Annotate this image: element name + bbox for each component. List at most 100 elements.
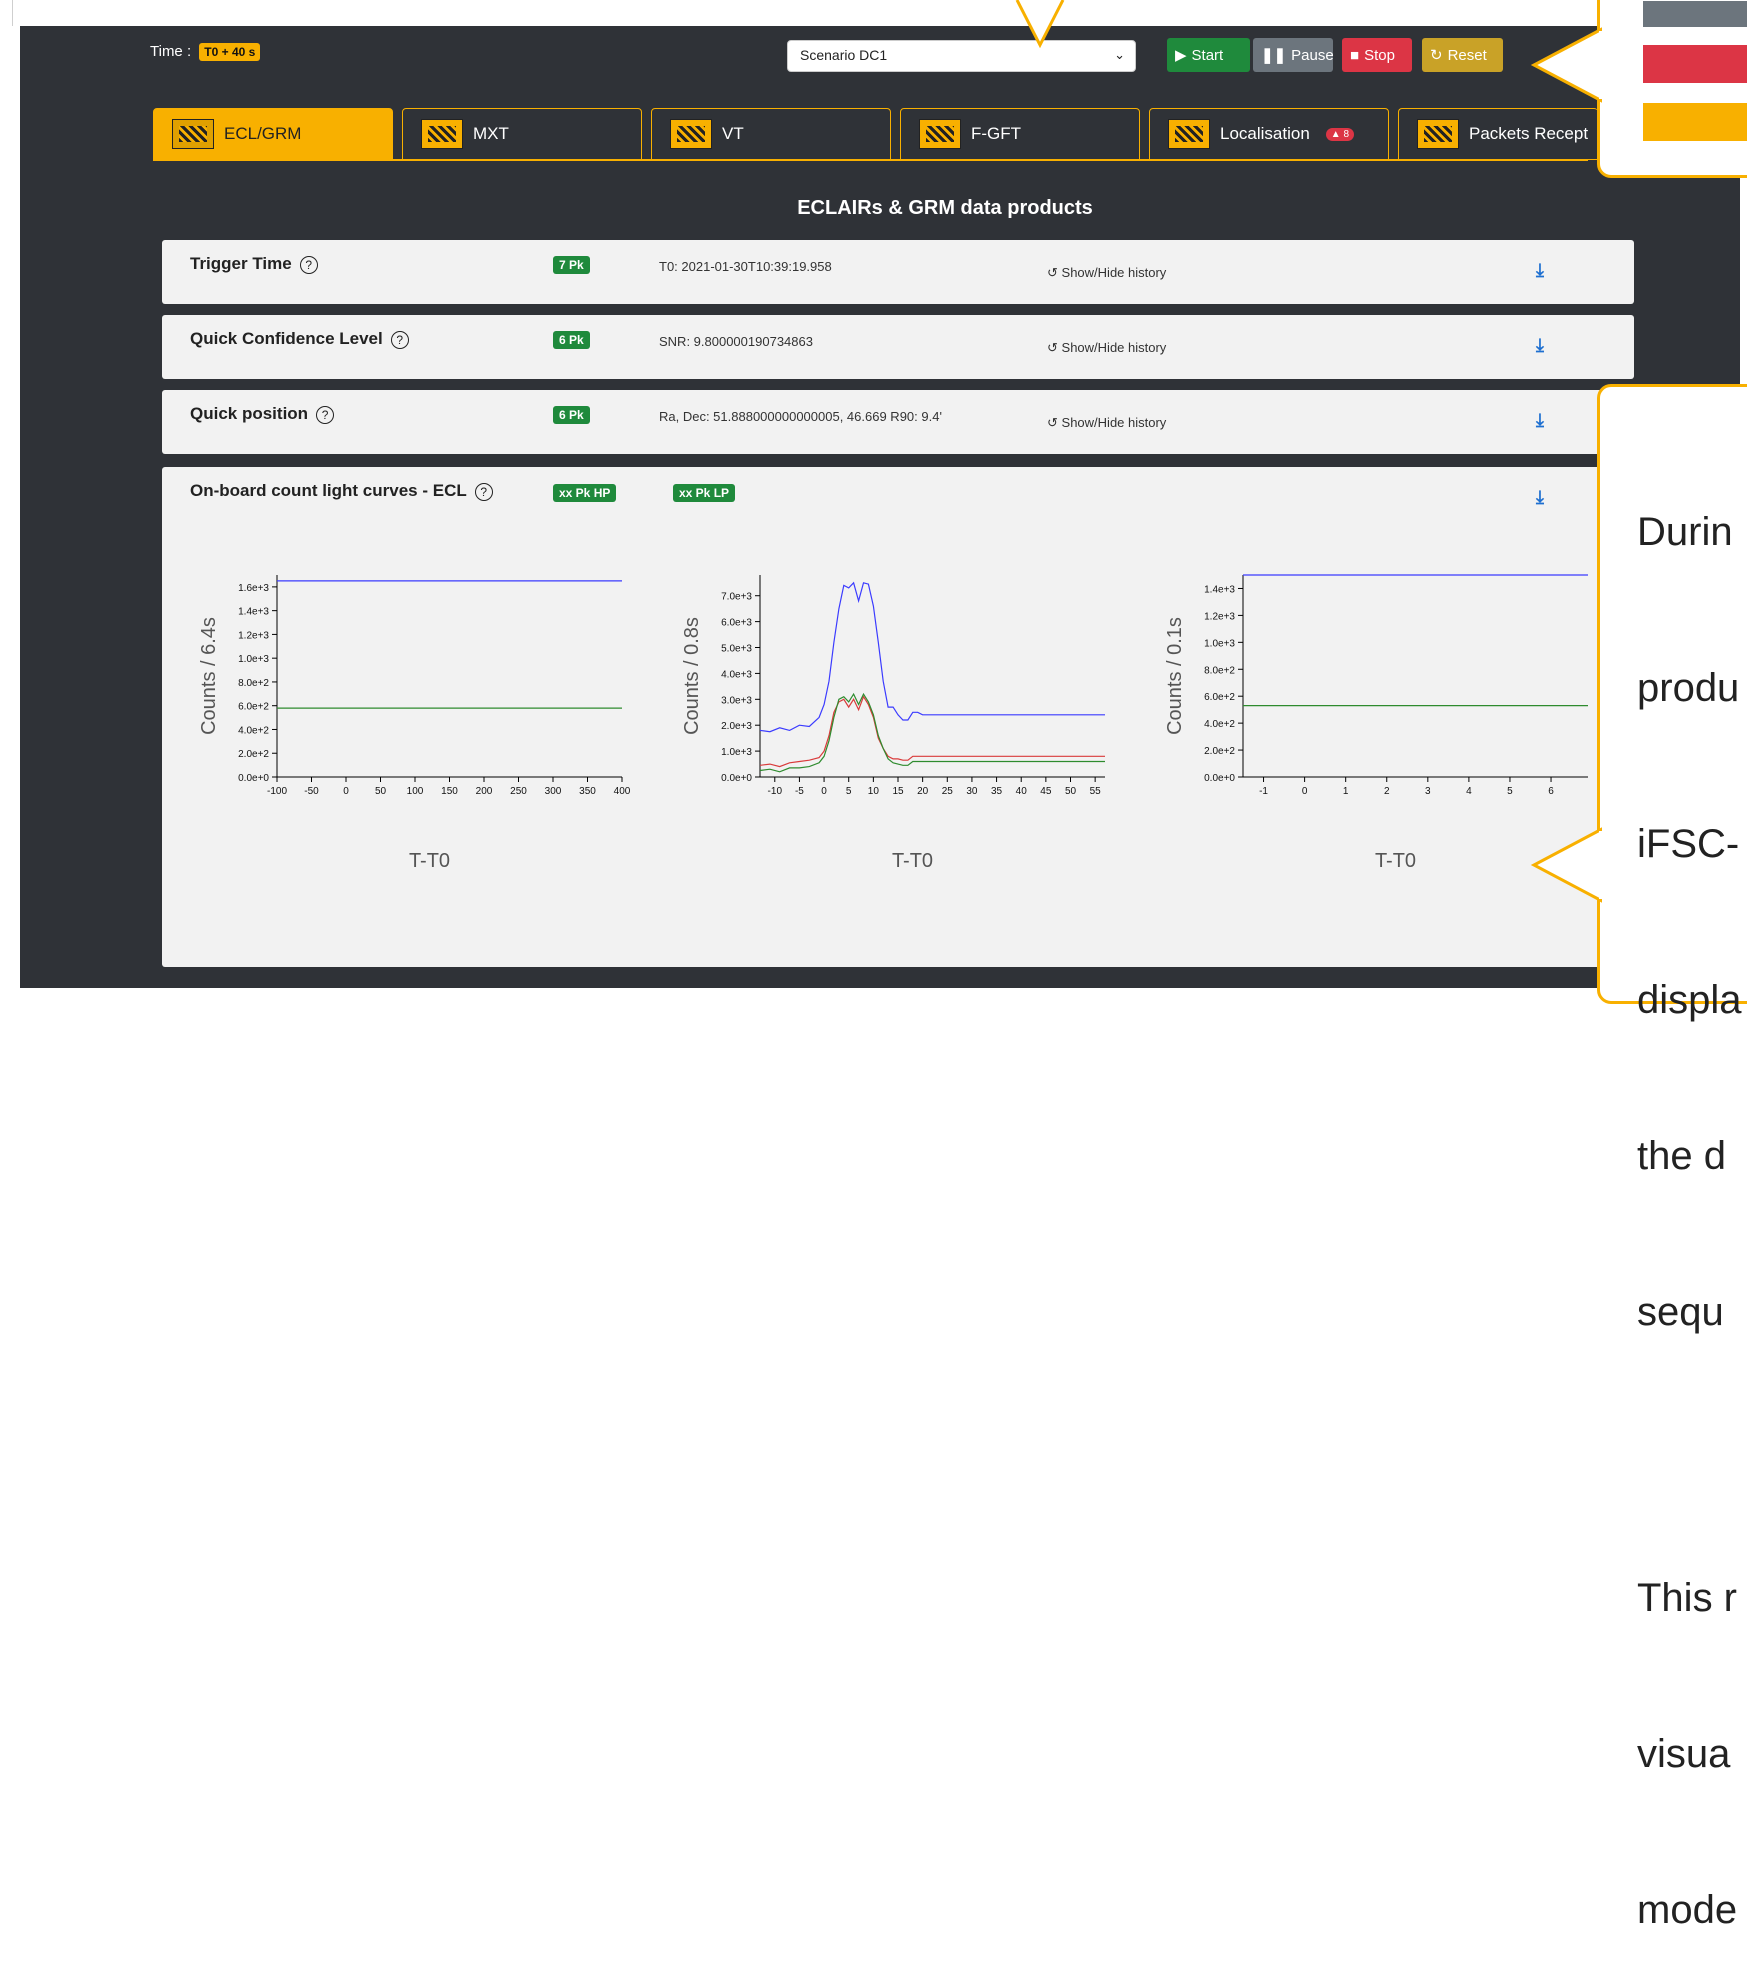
y-tick-label: 4.0e+2 (1204, 719, 1235, 730)
y-tick-label: 8.0e+2 (238, 678, 269, 689)
help-icon[interactable]: ? (474, 483, 493, 501)
light-curve-svg-2: 0.0e+0 1.0e+3 2.0e+3 3.0e+3 4.0e+3 5.0e+3 6.0e… (681, 575, 1105, 872)
tab-label: Localisation (1220, 124, 1310, 143)
f-gft-icon (919, 119, 961, 149)
callout-text: Durin produ iFSC- displa the d sequ This… (1637, 402, 1742, 1976)
stop-icon: ■ (1350, 46, 1360, 64)
x-tick-label: -50 (304, 786, 319, 797)
download-icon[interactable]: ⤓ (1536, 487, 1544, 508)
history-icon: ↺ (1047, 340, 1058, 355)
pause-icon: ❚❚ (1261, 47, 1287, 64)
quick-position-panel: Quick position? 6 Pk Ra, Dec: 51.8880000… (162, 390, 1634, 454)
time-label: Time : (150, 43, 192, 60)
stop-button[interactable]: ■ Stop (1342, 38, 1412, 72)
x-tick-label: 40 (1016, 786, 1028, 797)
x-tick-label: 15 (892, 786, 904, 797)
packet-count-badge: 6 Pk (553, 406, 590, 424)
tab-mxt[interactable]: MXT (402, 108, 642, 160)
y-tick-label: 6.0e+2 (1204, 692, 1235, 703)
x-tick-label: 300 (545, 786, 562, 797)
ecl-grm-icon (172, 119, 214, 149)
x-tick-label: 30 (966, 786, 978, 797)
trigger-time-title: Trigger Time (190, 254, 292, 273)
y-axis-label: Counts / 0.8s (681, 617, 703, 735)
reset-button[interactable]: ↻ Reset (1422, 38, 1503, 72)
tab-label: F-GFT (971, 124, 1022, 143)
scenario-select[interactable]: Scenario DC1 ⌄ (787, 40, 1136, 72)
side-callout-pointer (1530, 827, 1602, 903)
x-tick-label: 4 (1466, 786, 1472, 797)
y-tick-label: 1.2e+3 (238, 630, 269, 641)
history-toggle[interactable]: ↺ Show/Hide history (1047, 340, 1166, 356)
y-tick-label: 8.0e+2 (1204, 665, 1235, 676)
light-curves-title: On-board count light curves - ECL (190, 481, 467, 500)
x-tick-label: -5 (795, 786, 804, 797)
x-tick-label: 50 (375, 786, 387, 797)
x-tick-label: 250 (510, 786, 527, 797)
y-tick-label: 0.0e+0 (1204, 773, 1235, 784)
x-tick-label: 6 (1548, 786, 1554, 797)
history-label: Show/Hide history (1061, 265, 1167, 280)
x-tick-label: 0 (821, 786, 827, 797)
tab-packets-reception[interactable]: Packets Recept (1398, 108, 1598, 160)
panel-title: Trigger Time? (190, 254, 318, 274)
help-icon[interactable]: ? (390, 331, 409, 349)
x-tick-label: 150 (441, 786, 458, 797)
y-tick-label: 0.0e+0 (721, 773, 752, 784)
x-tick-label: 35 (991, 786, 1003, 797)
help-icon[interactable]: ? (299, 256, 318, 274)
tab-ecl-grm[interactable]: ECL/GRM (153, 108, 393, 160)
y-tick-label: 2.0e+3 (721, 721, 752, 732)
x-tick-label: 5 (1507, 786, 1513, 797)
pause-button[interactable]: ❚❚ Pause (1253, 38, 1334, 72)
y-tick-label: 5.0e+3 (721, 644, 752, 655)
x-tick-label: -100 (267, 786, 287, 797)
y-tick-label: 1.0e+3 (721, 747, 752, 758)
series-line (759, 695, 1105, 768)
y-axis-label: Counts / 6.4s (198, 617, 220, 735)
tab-vt[interactable]: VT (651, 108, 891, 160)
play-icon: ▶ (1175, 47, 1187, 64)
alert-count: 8 (1343, 128, 1350, 140)
refresh-icon: ↻ (1430, 47, 1443, 64)
tab-label: MXT (473, 124, 509, 143)
light-curve-chart-2: 0.0e+0 1.0e+3 2.0e+3 3.0e+3 4.0e+3 5.0e+3 6.0e… (660, 557, 1120, 892)
y-tick-label: 2.0e+2 (238, 749, 269, 760)
download-icon[interactable]: ⤓ (1536, 335, 1544, 356)
start-button[interactable]: ▶ Start (1167, 38, 1250, 72)
x-tick-label: 2 (1384, 786, 1390, 797)
section-title: ECLAIRs & GRM data products (797, 197, 1093, 219)
tab-f-gft[interactable]: F-GFT (900, 108, 1140, 160)
x-tick-label: -1 (1259, 786, 1268, 797)
scenario-callout-pointer (1015, 0, 1065, 49)
download-icon[interactable]: ⤓ (1536, 410, 1544, 431)
x-tick-label: 200 (476, 786, 493, 797)
callout-line: produ (1637, 666, 1740, 710)
y-tick-label: 1.2e+3 (1204, 611, 1235, 622)
mxt-icon (421, 119, 463, 149)
x-tick-label: 3 (1425, 786, 1431, 797)
legend-swatch-grey (1643, 1, 1747, 27)
confidence-title: Quick Confidence Level (190, 329, 383, 348)
y-tick-label: 3.0e+3 (721, 695, 752, 706)
history-toggle[interactable]: ↺ Show/Hide history (1047, 265, 1166, 281)
light-curve-chart-1: 0.0e+0 2.0e+2 4.0e+2 6.0e+2 8.0e+2 1.0e+3 1.2e… (177, 557, 637, 892)
panel-title: On-board count light curves - ECL? (190, 481, 493, 501)
help-icon[interactable]: ? (316, 406, 335, 424)
x-axis-label: T-T0 (1375, 850, 1416, 872)
quick-position-title: Quick position (190, 404, 309, 423)
y-tick-label: 6.0e+3 (721, 618, 752, 629)
x-tick-label: 25 (942, 786, 954, 797)
y-tick-label: 1.4e+3 (1204, 584, 1235, 595)
y-tick-label: 2.0e+2 (1204, 746, 1235, 757)
history-label: Show/Hide history (1061, 340, 1167, 355)
y-tick-label: 7.0e+3 (721, 592, 752, 603)
download-icon[interactable]: ⤓ (1536, 260, 1544, 281)
y-axis-label: Counts / 0.1s (1164, 617, 1186, 735)
y-tick-label: 4.0e+2 (238, 725, 269, 736)
history-icon: ↺ (1047, 265, 1058, 280)
tab-localisation[interactable]: Localisation ▲ 8 (1149, 108, 1389, 160)
history-toggle[interactable]: ↺ Show/Hide history (1047, 415, 1166, 431)
history-label: Show/Hide history (1061, 415, 1167, 430)
x-tick-label: 55 (1090, 786, 1102, 797)
